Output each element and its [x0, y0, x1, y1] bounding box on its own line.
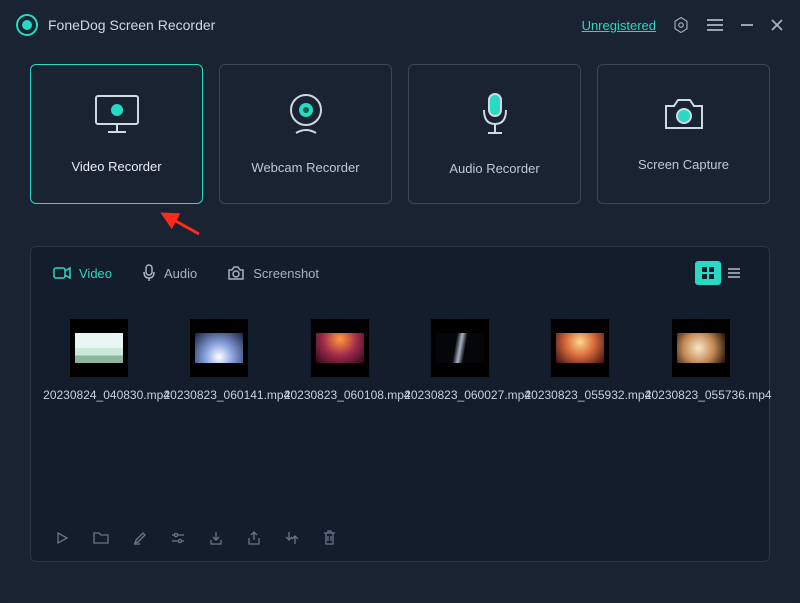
file-name: 20230823_060141.mp4 [163, 387, 275, 404]
file-grid: 20230824_040830.mp4 20230823_060141.mp4 … [31, 299, 769, 404]
tab-label: Audio [164, 266, 197, 281]
folder-button[interactable] [93, 531, 109, 544]
tab-label: Screenshot [253, 266, 319, 281]
thumbnail [551, 319, 609, 377]
sliders-icon [171, 531, 185, 545]
delete-button[interactable] [323, 530, 336, 545]
sliders-button[interactable] [171, 531, 185, 545]
app-logo-icon [16, 14, 38, 36]
file-item[interactable]: 20230823_060027.mp4 [400, 319, 520, 404]
mode-label: Webcam Recorder [251, 160, 359, 175]
share-icon [247, 531, 261, 545]
panel-tabs: Video Audio Screenshot [31, 247, 769, 299]
mode-label: Audio Recorder [449, 161, 539, 176]
mode-label: Screen Capture [638, 157, 729, 172]
tab-audio[interactable]: Audio [142, 264, 197, 282]
download-icon [209, 531, 223, 545]
grid-icon [701, 266, 715, 280]
folder-icon [93, 531, 109, 544]
mode-screen-capture[interactable]: Screen Capture [597, 64, 770, 204]
convert-button[interactable] [285, 531, 299, 545]
title-left: FoneDog Screen Recorder [16, 14, 215, 36]
file-item[interactable]: 20230823_060141.mp4 [159, 319, 279, 404]
thumbnail [70, 319, 128, 377]
thumbnail [431, 319, 489, 377]
app-window: FoneDog Screen Recorder Unregistered [0, 0, 800, 603]
audio-icon [142, 264, 156, 282]
share-button[interactable] [247, 531, 261, 545]
settings-icon[interactable] [672, 16, 690, 34]
webcam-icon [286, 93, 326, 140]
file-item[interactable]: 20230823_055736.mp4 [641, 319, 761, 404]
titlebar: FoneDog Screen Recorder Unregistered [0, 0, 800, 50]
title-right: Unregistered [582, 16, 784, 34]
mode-label: Video Recorder [71, 159, 161, 174]
file-item[interactable]: 20230824_040830.mp4 [39, 319, 159, 404]
mode-webcam-recorder[interactable]: Webcam Recorder [219, 64, 392, 204]
unregistered-link[interactable]: Unregistered [582, 18, 656, 33]
minimize-icon[interactable] [740, 18, 754, 32]
convert-icon [285, 531, 299, 545]
panel-toolbar [31, 530, 769, 561]
tab-video[interactable]: Video [53, 266, 112, 281]
menu-icon[interactable] [706, 17, 724, 33]
file-item[interactable]: 20230823_055932.mp4 [520, 319, 640, 404]
close-icon[interactable] [770, 18, 784, 32]
view-toggle [695, 261, 747, 285]
video-icon [53, 266, 71, 280]
recordings-panel: Video Audio Screenshot [30, 246, 770, 562]
download-button[interactable] [209, 531, 223, 545]
grid-view-button[interactable] [695, 261, 721, 285]
thumbnail [672, 319, 730, 377]
thumbnail [311, 319, 369, 377]
file-name: 20230823_055932.mp4 [524, 387, 636, 404]
mode-video-recorder[interactable]: Video Recorder [30, 64, 203, 204]
list-icon [727, 267, 741, 279]
camera-icon [662, 96, 706, 137]
arrow-annotation-icon [155, 210, 205, 240]
pencil-icon [133, 531, 147, 545]
file-name: 20230823_060027.mp4 [404, 387, 516, 404]
file-name: 20230823_060108.mp4 [284, 387, 396, 404]
file-item[interactable]: 20230823_060108.mp4 [280, 319, 400, 404]
monitor-icon [94, 94, 140, 139]
play-button[interactable] [55, 531, 69, 545]
mode-cards: Video Recorder Webcam Recorder [0, 50, 800, 204]
tab-screenshot[interactable]: Screenshot [227, 266, 319, 281]
trash-icon [323, 530, 336, 545]
file-name: 20230824_040830.mp4 [43, 387, 155, 404]
microphone-icon [480, 92, 510, 141]
play-icon [55, 531, 69, 545]
app-title: FoneDog Screen Recorder [48, 17, 215, 33]
tab-label: Video [79, 266, 112, 281]
edit-button[interactable] [133, 531, 147, 545]
list-view-button[interactable] [721, 261, 747, 285]
thumbnail [190, 319, 248, 377]
screenshot-icon [227, 266, 245, 281]
mode-audio-recorder[interactable]: Audio Recorder [408, 64, 581, 204]
file-name: 20230823_055736.mp4 [645, 387, 757, 404]
